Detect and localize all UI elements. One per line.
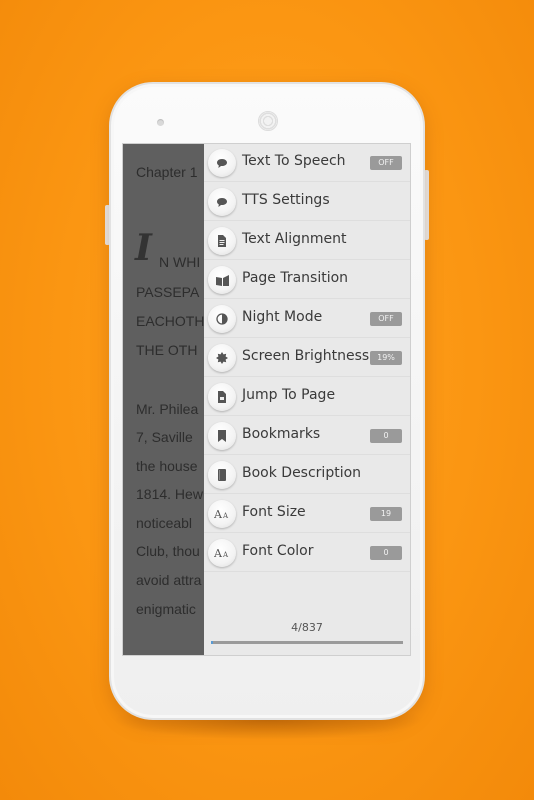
svg-text:A: A [214, 547, 223, 559]
menu-item-night-mode[interactable]: Night Mode OFF [204, 300, 410, 338]
brightness-icon [208, 344, 236, 372]
document-icon [208, 227, 236, 255]
menu-item-book-description[interactable]: Book Description [204, 456, 410, 494]
speech-bubble-icon [208, 149, 236, 177]
toggle-badge[interactable]: OFF [370, 312, 402, 326]
menu-item-font-size[interactable]: AA Font Size 19 [204, 495, 410, 533]
svg-text:A: A [222, 551, 229, 559]
page-icon [208, 383, 236, 411]
settings-drawer: Text To Speech OFF TTS Settings Text Ali… [204, 144, 410, 655]
menu-item-label: Text To Speech [242, 153, 346, 169]
book-line: N WHI [159, 254, 201, 270]
menu-item-label: Font Color [242, 543, 314, 559]
count-badge[interactable]: 0 [370, 429, 402, 443]
menu-item-page-transition[interactable]: Page Transition [204, 261, 410, 299]
book-line: PASSEPA [136, 284, 200, 300]
book-line: EACHOTH [136, 313, 205, 329]
book-line: enigmatic [136, 601, 196, 617]
menu-item-text-alignment[interactable]: Text Alignment [204, 222, 410, 260]
front-camera [157, 119, 164, 126]
book-line: 7, Saville [136, 429, 193, 445]
value-badge[interactable]: 0 [370, 546, 402, 560]
menu-item-font-color[interactable]: AA Font Color 0 [204, 534, 410, 572]
page-progress-slider[interactable] [211, 641, 403, 644]
menu-item-tts-settings[interactable]: TTS Settings [204, 183, 410, 221]
menu-item-label: Night Mode [242, 309, 323, 325]
half-circle-icon [208, 305, 236, 333]
menu-item-label: TTS Settings [242, 192, 330, 208]
menu-item-label: Screen Brightness [242, 348, 370, 364]
book-line: noticeabl [136, 515, 193, 531]
svg-text:A: A [222, 512, 229, 520]
menu-item-screen-brightness[interactable]: Screen Brightness 19% [204, 339, 410, 377]
menu-item-label: Bookmarks [242, 426, 321, 442]
menu-item-label: Page Transition [242, 270, 349, 286]
chapter-title: Chapter 1 [136, 164, 198, 180]
page-flip-icon [208, 266, 236, 294]
menu-item-text-to-speech[interactable]: Text To Speech OFF [204, 144, 410, 182]
book-icon [208, 461, 236, 489]
svg-text:A: A [214, 508, 223, 520]
font-size-icon: AA [208, 500, 236, 528]
book-line: 1814. Hew [136, 486, 203, 502]
reader-screen: Chapter 1 I N WHI PASSEPA EACHOTH THE OT… [122, 143, 411, 656]
book-line: Mr. Philea [136, 401, 199, 417]
value-badge[interactable]: 19 [370, 507, 402, 521]
page-progress-fill [211, 641, 213, 644]
menu-item-label: Text Alignment [242, 231, 347, 247]
book-line: the house [136, 458, 198, 474]
menu-item-label: Jump To Page [242, 387, 336, 403]
speech-bubble-icon [208, 188, 236, 216]
book-line: avoid attra [136, 572, 202, 588]
menu-item-label: Font Size [242, 504, 306, 520]
menu-item-bookmarks[interactable]: Bookmarks 0 [204, 417, 410, 455]
book-line: Club, thou [136, 543, 200, 559]
menu-item-jump-to-page[interactable]: Jump To Page [204, 378, 410, 416]
bookmark-icon [208, 422, 236, 450]
menu-item-label: Book Description [242, 465, 362, 481]
book-line: THE OTH [136, 342, 198, 358]
toggle-badge[interactable]: OFF [370, 156, 402, 170]
font-color-icon: AA [208, 539, 236, 567]
page-counter: 4/837 [291, 621, 323, 634]
value-badge[interactable]: 19% [370, 351, 402, 365]
earpiece-speaker [258, 111, 278, 131]
